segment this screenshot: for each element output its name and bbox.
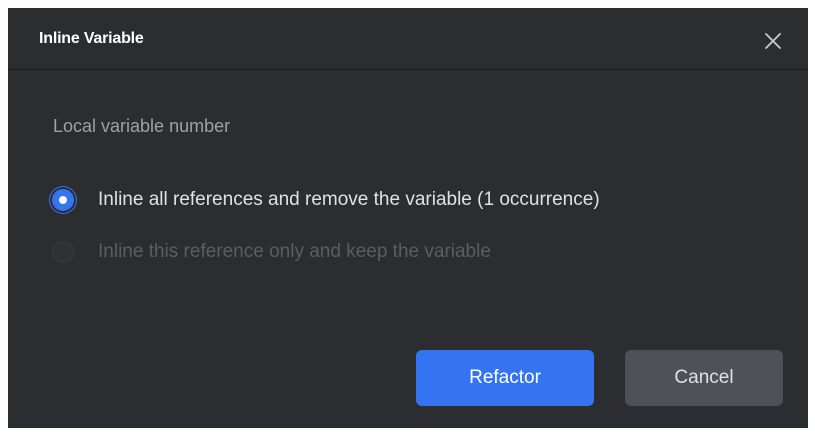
inline-variable-dialog: Inline Variable Local variable number In… (8, 8, 808, 428)
option-inline-all-label: Inline all references and remove the var… (98, 189, 600, 210)
variable-description: Local variable number (53, 116, 231, 136)
option-inline-this-only-label: Inline this reference only and keep the … (98, 241, 491, 262)
option-inline-this-only: Inline this reference only and keep the … (52, 239, 491, 265)
dialog-titlebar: Inline Variable (8, 8, 808, 70)
radio-button-disabled (52, 241, 74, 263)
cancel-button[interactable]: Cancel (625, 350, 783, 406)
radio-button-checked[interactable] (52, 189, 74, 211)
dialog-title: Inline Variable (39, 30, 144, 47)
refactor-button[interactable]: Refactor (416, 350, 594, 406)
option-inline-all[interactable]: Inline all references and remove the var… (52, 187, 600, 213)
close-icon[interactable] (762, 30, 784, 52)
